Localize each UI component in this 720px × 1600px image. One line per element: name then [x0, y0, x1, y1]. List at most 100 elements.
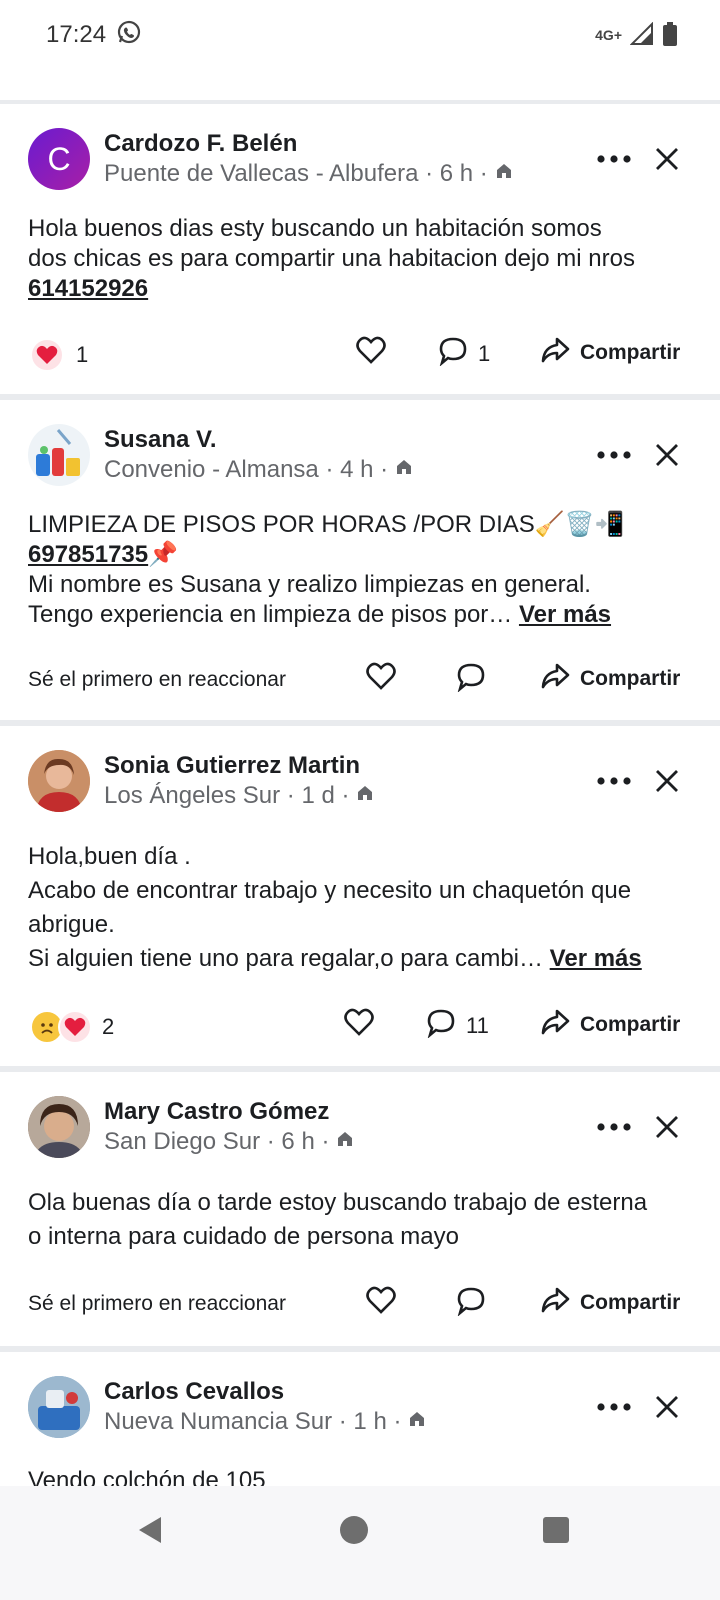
whatsapp-notification-icon — [116, 19, 142, 52]
share-button[interactable]: Compartir — [540, 1286, 680, 1320]
recents-square-icon — [543, 1517, 569, 1543]
location-time: Nueva Numancia Sur · 1 h · — [104, 1408, 402, 1435]
love-reaction-icon — [58, 1010, 92, 1044]
post-text-line: Ola buenas día o tarde estoy buscando tr… — [28, 1189, 648, 1216]
more-options-button[interactable] — [594, 1110, 634, 1144]
like-button[interactable] — [366, 1286, 396, 1320]
author-name[interactable]: Sonia Gutierrez Martin — [104, 752, 360, 780]
post-card[interactable]: Sonia Gutierrez Martin Los Ángeles Sur ·… — [0, 726, 720, 1066]
action-row: 1 1 Compartir — [0, 304, 720, 402]
avatar[interactable] — [28, 750, 90, 812]
comment-button[interactable] — [456, 1286, 486, 1322]
post-header: Mary Castro Gómez San Diego Sur · 6 h · — [0, 1072, 720, 1162]
post-text-line: LIMPIEZA DE PISOS POR HORAS /POR DIAS🧹🗑️… — [28, 511, 625, 538]
more-options-button[interactable] — [594, 764, 634, 798]
location-time: San Diego Sur · 6 h · — [104, 1128, 330, 1155]
home-button[interactable] — [334, 1510, 374, 1550]
post-card[interactable]: Susana V. Convenio - Almansa · 4 h · LIM… — [0, 400, 720, 720]
post-body[interactable]: Hola buenos dias esty buscando un habita… — [0, 194, 720, 304]
reaction-summary[interactable]: 2 — [30, 1010, 114, 1044]
hide-post-button[interactable] — [650, 438, 684, 472]
cleaning-supplies-avatar-image — [36, 429, 80, 476]
post-card[interactable]: Mary Castro Gómez San Diego Sur · 6 h · … — [0, 1072, 720, 1346]
home-circle-icon — [340, 1516, 368, 1544]
hide-post-button[interactable] — [650, 1390, 684, 1424]
first-reaction-prompt: Sé el primero en reaccionar — [28, 1292, 286, 1315]
location-time: Los Ángeles Sur · 1 d · — [104, 782, 350, 809]
author-name[interactable]: Mary Castro Gómez — [104, 1098, 329, 1126]
location-time: Convenio - Almansa · 4 h · — [104, 456, 389, 483]
pin-emoji: 📌 — [148, 541, 179, 568]
post-text-line: Mi nombre es Susana y realizo limpiezas … — [28, 571, 591, 598]
post-header: Susana V. Convenio - Almansa · 4 h · — [0, 400, 720, 490]
status-bar: 17:24 4G+ — [0, 0, 720, 70]
more-options-button[interactable] — [594, 438, 634, 472]
share-button[interactable]: Compartir — [540, 336, 680, 370]
post-text-line: dos chicas es para compartir una habitac… — [28, 245, 635, 272]
like-button[interactable] — [366, 662, 396, 696]
share-arrow-icon — [540, 662, 570, 696]
post-body[interactable]: Ola buenas día o tarde estoy buscando tr… — [0, 1162, 720, 1254]
post-text-line: o interna para cuidado de persona mayo — [28, 1223, 459, 1250]
feed[interactable]: C Cardozo F. Belén Puente de Vallecas - … — [0, 104, 720, 1558]
first-reaction-prompt: Sé el primero en reaccionar — [28, 668, 286, 691]
share-label: Compartir — [580, 341, 681, 364]
heart-outline-icon — [366, 662, 396, 696]
avatar[interactable] — [28, 424, 90, 486]
post-meta: Los Ángeles Sur · 1 d · — [104, 782, 375, 810]
post-card[interactable]: C Cardozo F. Belén Puente de Vallecas - … — [0, 104, 720, 394]
hide-post-button[interactable] — [650, 764, 684, 798]
post-text-line: Hola,buen día . — [28, 843, 191, 870]
avatar[interactable] — [28, 1096, 90, 1158]
post-meta: San Diego Sur · 6 h · — [104, 1128, 355, 1156]
heart-outline-icon — [356, 336, 386, 370]
share-arrow-icon — [540, 336, 570, 370]
comment-icon — [426, 1008, 456, 1044]
post-header: Carlos Cevallos Nueva Numancia Sur · 1 h… — [0, 1352, 720, 1442]
heart-outline-icon — [344, 1008, 374, 1042]
phone-link[interactable]: 614152926 — [28, 274, 692, 304]
share-button[interactable]: Compartir — [540, 662, 680, 696]
phone-link[interactable]: 697851735 — [28, 541, 148, 568]
post-meta: Convenio - Almansa · 4 h · — [104, 456, 414, 484]
post-header: Sonia Gutierrez Martin Los Ángeles Sur ·… — [0, 726, 720, 816]
author-name[interactable]: Susana V. — [104, 426, 217, 454]
author-name[interactable]: Cardozo F. Belén — [104, 130, 297, 158]
post-body[interactable]: Hola,buen día . Acabo de encontrar traba… — [0, 816, 720, 976]
share-button[interactable]: Compartir — [540, 1008, 680, 1042]
action-row: Sé el primero en reaccionar Compartir — [0, 1254, 720, 1352]
avatar[interactable] — [28, 1376, 90, 1438]
recents-button[interactable] — [536, 1510, 576, 1550]
back-button[interactable] — [130, 1510, 170, 1550]
post-body[interactable]: LIMPIEZA DE PISOS POR HORAS /POR DIAS🧹🗑️… — [0, 490, 720, 630]
home-icon — [407, 1408, 427, 1436]
home-icon — [355, 782, 375, 810]
like-button[interactable] — [344, 1008, 374, 1042]
post-meta: Puente de Vallecas - Albufera · 6 h · — [104, 160, 514, 188]
reaction-summary[interactable]: 1 — [30, 338, 88, 372]
more-options-button[interactable] — [594, 142, 634, 176]
comment-button[interactable] — [456, 662, 486, 698]
comment-button[interactable]: 11 — [426, 1008, 489, 1044]
previous-post-edge — [0, 70, 720, 100]
more-options-button[interactable] — [594, 1390, 634, 1424]
see-more-link[interactable]: Ver más — [550, 945, 642, 972]
comment-icon — [456, 662, 486, 698]
comment-icon — [438, 336, 468, 372]
heart-outline-icon — [366, 1286, 396, 1320]
comment-button[interactable]: 1 — [438, 336, 490, 372]
hide-post-button[interactable] — [650, 1110, 684, 1144]
hide-post-button[interactable] — [650, 142, 684, 176]
avatar[interactable]: C — [28, 128, 90, 190]
post-text-truncated: Si alguien tiene uno para regalar,o para… — [28, 945, 543, 972]
home-icon — [494, 160, 514, 188]
see-more-link[interactable]: Ver más — [519, 601, 611, 628]
profile-photo — [28, 1096, 90, 1158]
network-type: 4G+ — [595, 27, 622, 43]
share-label: Compartir — [580, 667, 681, 690]
share-label: Compartir — [580, 1013, 681, 1036]
clock: 17:24 — [46, 21, 107, 48]
post-meta: Nueva Numancia Sur · 1 h · — [104, 1408, 427, 1436]
like-button[interactable] — [356, 336, 386, 370]
author-name[interactable]: Carlos Cevallos — [104, 1378, 284, 1406]
